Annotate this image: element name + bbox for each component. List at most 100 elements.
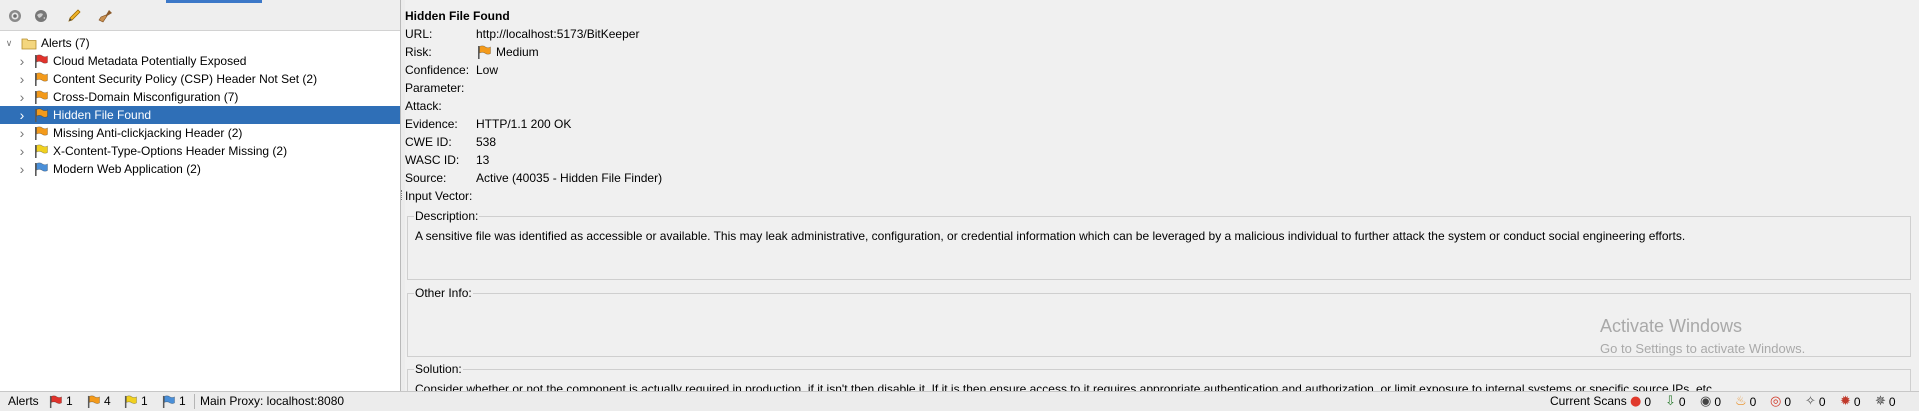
risk-flag-icon	[33, 54, 49, 68]
scan-count-value: 0	[1678, 394, 1686, 409]
status-divider	[194, 394, 195, 409]
risk-flag-icon	[476, 45, 492, 59]
alert-tree-item[interactable]: › Cross-Domain Misconfiguration (7)	[0, 88, 400, 106]
field-key: Evidence:	[405, 117, 458, 131]
risk-flag-icon	[86, 395, 101, 408]
field-value: Low	[476, 63, 498, 77]
risk-flag-icon	[48, 395, 63, 408]
alert-count-value: 1	[179, 394, 186, 408]
chevron-right-icon[interactable]: ›	[17, 106, 27, 124]
alert-tree-item[interactable]: › Modern Web Application (2)	[0, 160, 400, 178]
alert-tree-item-label: Cloud Metadata Potentially Exposed	[53, 54, 247, 68]
field-key: Attack:	[405, 99, 442, 113]
field-value: http://localhost:5173/BitKeeper	[476, 27, 639, 41]
watermark-line1: Activate Windows	[1600, 316, 1743, 336]
chevron-right-icon[interactable]: ›	[17, 160, 27, 178]
scan-count[interactable]: ◉ 0	[1700, 394, 1721, 409]
field-value: Medium	[476, 45, 539, 59]
risk-flag-icon	[123, 395, 138, 408]
chevron-right-icon[interactable]: ›	[17, 70, 27, 88]
field-value-text: Low	[476, 63, 499, 77]
field-value-text: 538	[476, 135, 497, 149]
alert-tree-item[interactable]: › Content Security Policy (CSP) Header No…	[0, 70, 400, 88]
alert-tree-item[interactable]: › Cloud Metadata Potentially Exposed	[0, 52, 400, 70]
status-bar: Alerts 1 4 1 1 Main Proxy: localhost:8080 C…	[0, 391, 1919, 411]
scan-count-value: 0	[1784, 394, 1792, 409]
solution-text: Consider whether or not the component is…	[415, 382, 1716, 391]
status-alert-count-high[interactable]: 1	[48, 394, 73, 408]
other-info-label: Other Info:	[414, 286, 473, 300]
bug-icon: ✹	[1840, 394, 1851, 409]
risk-flag-icon	[33, 90, 49, 104]
status-alert-count-low[interactable]: 1	[123, 394, 148, 408]
broom-icon[interactable]	[98, 8, 114, 24]
edit-pencil-icon[interactable]	[66, 8, 82, 24]
scan-count[interactable]: ⇩ 0	[1665, 394, 1686, 409]
field-value: HTTP/1.1 200 OK	[476, 117, 571, 131]
field-value: 538	[476, 135, 496, 149]
alerts-tree: ∨ Alerts (7) › Cloud Metadata Potentially…	[0, 34, 400, 178]
scan-count-value: 0	[1818, 394, 1826, 409]
activate-windows-watermark: Activate Windows Go to Settings to activ…	[1600, 316, 1805, 356]
ajax-spider-icon: ✧	[1805, 394, 1816, 409]
scan-count[interactable]: ✵ 0	[1875, 394, 1896, 409]
solution-group: Solution: Consider whether or not the co…	[407, 362, 1911, 391]
scan-count-value: 0	[1853, 394, 1861, 409]
risk-flag-icon	[33, 162, 49, 176]
scan-count[interactable]: ● 0	[1630, 394, 1651, 409]
scan-count[interactable]: ✹ 0	[1840, 394, 1861, 409]
field-value-text: HTTP/1.1 200 OK	[476, 117, 572, 131]
status-alerts-label: Alerts	[8, 394, 39, 408]
field-key: CWE ID:	[405, 135, 452, 149]
current-scans-label: Current Scans	[1550, 394, 1627, 408]
alert-tree-item-label: Modern Web Application (2)	[53, 162, 201, 176]
field-value-text: 13	[476, 153, 490, 167]
alert-count-value: 1	[141, 394, 148, 408]
alert-tree-item-label: Missing Anti-clickjacking Header (2)	[53, 126, 243, 140]
alert-tree-item[interactable]: › X-Content-Type-Options Header Missing (…	[0, 142, 400, 160]
spider-download-icon: ⇩	[1665, 394, 1676, 409]
alert-tree-item-label: Hidden File Found	[53, 108, 152, 122]
tree-root-alerts[interactable]: ∨ Alerts (7)	[0, 34, 400, 52]
risk-flag-icon	[33, 144, 49, 158]
chevron-right-icon[interactable]: ›	[17, 124, 27, 142]
description-text: A sensitive file was identified as acces…	[415, 229, 1686, 243]
alert-count-value: 1	[66, 394, 73, 408]
solution-label: Solution:	[414, 362, 463, 376]
field-value-text: http://localhost:5173/BitKeeper	[476, 27, 640, 41]
alert-list: › Cloud Metadata Potentially Exposed › Cont…	[0, 52, 400, 178]
field-key: Source:	[405, 171, 447, 185]
active-scan-icon: ●	[1630, 394, 1642, 409]
chevron-right-icon[interactable]: ›	[17, 142, 27, 160]
scan-count[interactable]: ✧ 0	[1805, 394, 1826, 409]
alert-tree-item[interactable]: › Hidden File Found	[0, 106, 400, 124]
scan-count-value: 0	[1749, 394, 1757, 409]
field-value: 13	[476, 153, 489, 167]
chevron-down-icon[interactable]: ∨	[4, 34, 14, 52]
status-alert-count-medium[interactable]: 4	[86, 394, 111, 408]
scan-count[interactable]: ◎ 0	[1770, 394, 1791, 409]
field-key: Parameter:	[405, 81, 465, 95]
description-label: Description:	[414, 209, 480, 223]
risk-flag-icon	[33, 108, 49, 122]
field-value-text: Medium	[496, 45, 539, 59]
main-proxy-label: Main Proxy: localhost:8080	[200, 394, 345, 408]
chevron-right-icon[interactable]: ›	[17, 52, 27, 70]
field-key: Risk:	[405, 45, 432, 59]
field-key: WASC ID:	[405, 153, 460, 167]
field-value-text: Active (40035 - Hidden File Finder)	[476, 171, 663, 185]
alerts-toolbar	[0, 0, 400, 31]
scan-count[interactable]: ♨ 0	[1735, 394, 1756, 409]
chevron-right-icon[interactable]: ›	[17, 88, 27, 106]
alerts-tree-panel: ∨ Alerts (7) › Cloud Metadata Potentially…	[0, 0, 401, 391]
status-alert-count-informational[interactable]: 1	[161, 394, 186, 408]
globe-icon[interactable]	[33, 8, 49, 24]
eye-icon: ◉	[1700, 394, 1712, 409]
scan-count-value: 0	[1714, 394, 1722, 409]
settings-gear-icon[interactable]	[7, 8, 23, 24]
scan-count-value: 0	[1644, 394, 1652, 409]
active-tab-indicator	[166, 0, 262, 3]
field-value: Active (40035 - Hidden File Finder)	[476, 171, 662, 185]
scan-count-value: 0	[1888, 394, 1896, 409]
alert-tree-item[interactable]: › Missing Anti-clickjacking Header (2)	[0, 124, 400, 142]
